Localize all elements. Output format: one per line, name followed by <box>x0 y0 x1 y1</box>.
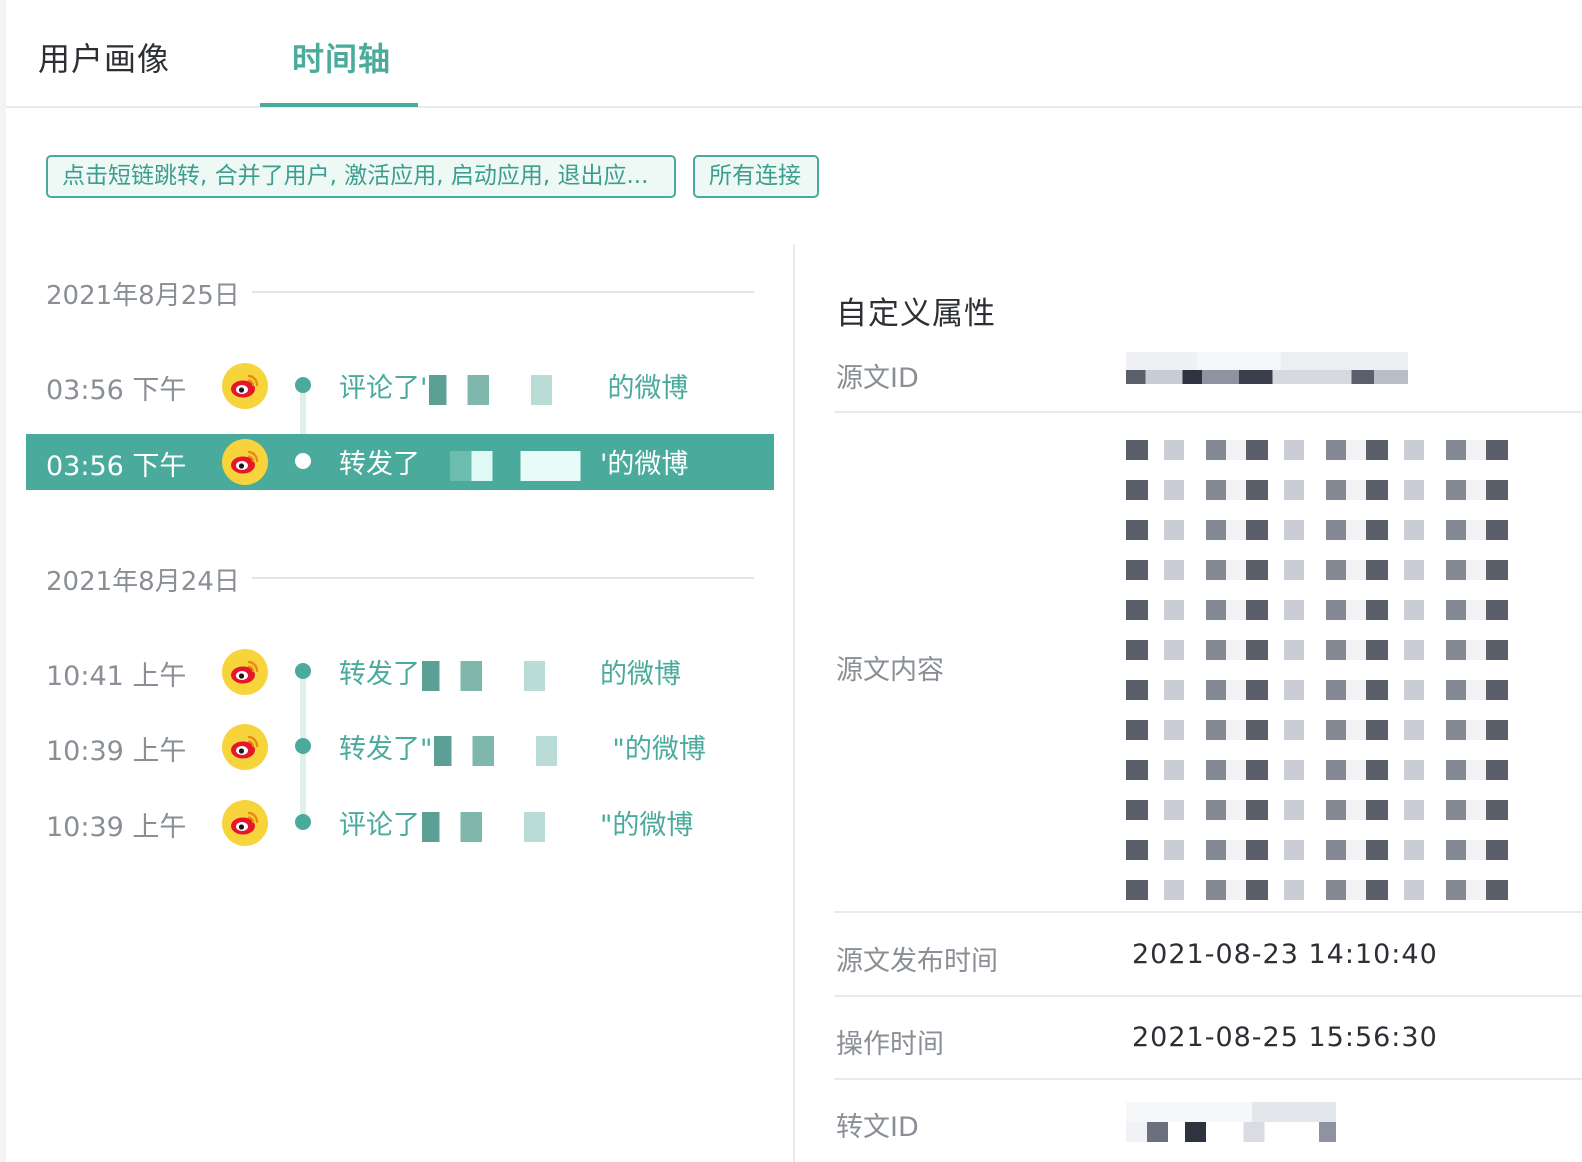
publish-time-label: 源文发布时间 <box>836 946 998 977</box>
event-target: '的微博 <box>600 449 689 480</box>
property-divider <box>834 411 1582 413</box>
timeline-dot <box>295 738 311 754</box>
timeline-dot <box>295 663 311 679</box>
event-time: 10:39 上午 <box>46 812 187 843</box>
weibo-icon <box>222 363 268 409</box>
date-header: 2021年8月25日 <box>46 275 754 312</box>
repost-id-label: 转文ID <box>836 1112 919 1143</box>
weibo-icon <box>222 649 268 695</box>
timeline-row[interactable]: 10:39 上午 评论了 "的微博 <box>26 795 774 851</box>
left-edge-strip <box>0 0 6 1162</box>
event-description: 转发了 '的微博 <box>339 442 688 481</box>
redacted-username <box>434 735 611 766</box>
event-target: "的微博 <box>600 810 694 841</box>
operation-time-label: 操作时间 <box>836 1029 944 1060</box>
weibo-icon <box>222 800 268 846</box>
property-divider <box>834 995 1582 997</box>
timeline-row[interactable]: 10:39 上午 转发了" "的微博 <box>26 719 774 775</box>
source-content-label: 源文内容 <box>836 655 944 686</box>
event-target: 的微博 <box>607 373 689 404</box>
event-action: 转发了" <box>339 734 433 765</box>
timeline-row-selected[interactable]: 03:56 下午 转发了 '的微博 <box>26 434 774 490</box>
weibo-icon <box>222 439 268 485</box>
property-divider <box>834 1078 1582 1080</box>
event-time: 03:56 下午 <box>46 375 187 406</box>
property-divider <box>834 911 1582 913</box>
weibo-icon <box>222 724 268 770</box>
source-id-label: 源文ID <box>836 363 919 394</box>
event-filter-chip[interactable]: 点击短链跳转, 合并了用户, 激活应用, 启动应用, 退出应... <box>46 155 676 198</box>
event-time: 10:41 上午 <box>46 661 187 692</box>
tab-bar: 用户画像 时间轴 <box>6 0 1582 108</box>
date-divider <box>252 291 754 293</box>
event-action: 转发了 <box>339 659 420 690</box>
date-divider <box>252 577 754 579</box>
event-time: 03:56 下午 <box>46 451 187 482</box>
event-action: 评论了 <box>339 810 420 841</box>
date-label: 2021年8月25日 <box>46 275 248 312</box>
redacted-username <box>422 811 598 842</box>
event-description: 评论了 "的微博 <box>339 803 693 842</box>
custom-properties-title: 自定义属性 <box>836 296 996 332</box>
date-header: 2021年8月24日 <box>46 561 754 598</box>
event-description: 转发了 的微博 <box>339 652 681 691</box>
event-target: 的微博 <box>600 659 681 690</box>
event-time: 10:39 上午 <box>46 736 187 767</box>
redacted-username <box>422 660 598 691</box>
redacted-username <box>422 450 598 481</box>
redacted-source-id <box>1126 352 1408 384</box>
panel-divider <box>793 244 795 1162</box>
redacted-username <box>429 374 606 405</box>
timeline-row[interactable]: 10:41 上午 转发了 的微博 <box>26 644 774 700</box>
tab-timeline[interactable]: 时间轴 <box>292 34 391 80</box>
timeline-dot <box>295 453 311 469</box>
timeline-row[interactable]: 03:56 下午 评论了' 的微博 <box>26 358 774 414</box>
date-label: 2021年8月24日 <box>46 561 248 598</box>
tab-user-profile[interactable]: 用户画像 <box>38 34 170 80</box>
event-action: 转发了 <box>339 449 420 480</box>
event-description: 转发了" "的微博 <box>339 727 706 766</box>
event-description: 评论了' 的微博 <box>339 366 688 405</box>
active-tab-indicator <box>260 103 418 107</box>
connection-filter-chip[interactable]: 所有连接 <box>693 155 819 198</box>
event-action: 评论了' <box>339 373 428 404</box>
timeline-dot <box>295 814 311 830</box>
event-target: "的微博 <box>612 734 706 765</box>
redacted-source-content <box>1126 440 1524 910</box>
timeline-dot <box>295 377 311 393</box>
publish-time-value: 2021-08-23 14:10:40 <box>1132 939 1438 970</box>
redacted-repost-id <box>1126 1102 1336 1142</box>
operation-time-value: 2021-08-25 15:56:30 <box>1132 1022 1438 1053</box>
